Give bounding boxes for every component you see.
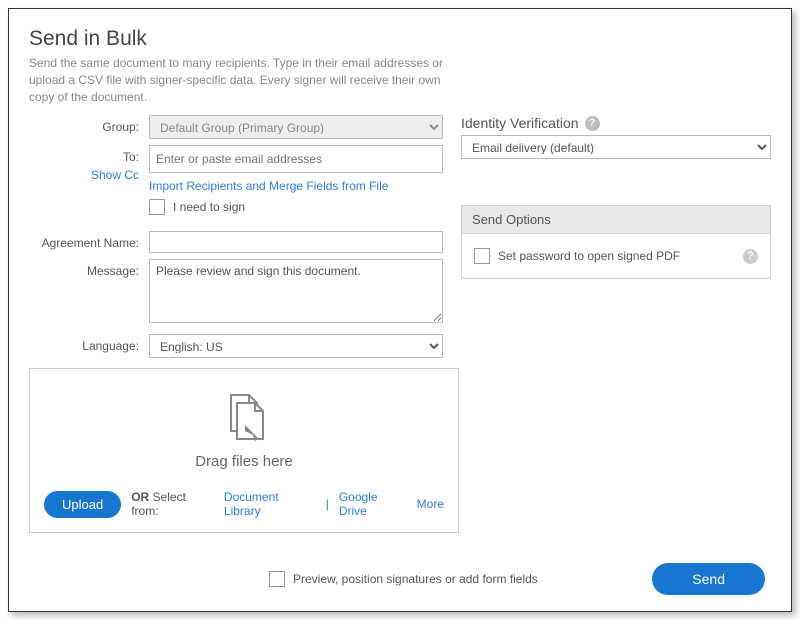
language-select[interactable]: English: US	[149, 334, 443, 358]
set-password-checkbox[interactable]	[474, 248, 490, 264]
page-subtitle: Send the same document to many recipient…	[29, 55, 449, 105]
file-dropzone[interactable]: Drag files here Upload OR Select from: D…	[29, 368, 459, 533]
to-label: To:	[123, 145, 139, 164]
google-drive-link[interactable]: Google Drive	[339, 490, 407, 518]
message-label: Message:	[29, 259, 149, 278]
send-button[interactable]: Send	[652, 563, 765, 595]
send-in-bulk-panel: Send in Bulk Send the same document to m…	[8, 8, 792, 612]
agreement-name-label: Agreement Name:	[29, 231, 149, 250]
show-cc-link[interactable]: Show Cc	[91, 168, 139, 182]
files-icon	[215, 391, 273, 449]
page-title: Send in Bulk	[29, 27, 771, 51]
identity-verification-select[interactable]: Email delivery (default)	[461, 135, 771, 159]
identity-verification-heading: Identity Verification ?	[461, 115, 771, 131]
message-textarea[interactable]	[149, 259, 443, 323]
agreement-name-input[interactable]	[149, 231, 443, 253]
group-label: Group:	[29, 115, 149, 134]
preview-label: Preview, position signatures or add form…	[293, 572, 538, 586]
need-to-sign-label: I need to sign	[173, 200, 245, 214]
help-icon[interactable]: ?	[743, 249, 758, 264]
select-from-text: OR Select from:	[131, 490, 214, 518]
preview-checkbox[interactable]	[269, 571, 285, 587]
send-options-panel: Send Options Set password to open signed…	[461, 205, 771, 279]
send-options-heading: Send Options	[462, 206, 770, 234]
import-recipients-link[interactable]: Import Recipients and Merge Fields from …	[149, 179, 443, 193]
more-link[interactable]: More	[417, 497, 444, 511]
dropzone-text: Drag files here	[195, 453, 293, 470]
group-select[interactable]: Default Group (Primary Group)	[149, 115, 443, 139]
language-label: Language:	[29, 334, 149, 353]
set-password-label: Set password to open signed PDF	[498, 249, 680, 263]
need-to-sign-checkbox[interactable]	[149, 199, 165, 215]
upload-button[interactable]: Upload	[44, 491, 121, 518]
to-input[interactable]	[149, 145, 443, 173]
header: Send in Bulk Send the same document to m…	[29, 27, 771, 105]
help-icon[interactable]: ?	[585, 116, 600, 131]
document-library-link[interactable]: Document Library	[224, 490, 316, 518]
